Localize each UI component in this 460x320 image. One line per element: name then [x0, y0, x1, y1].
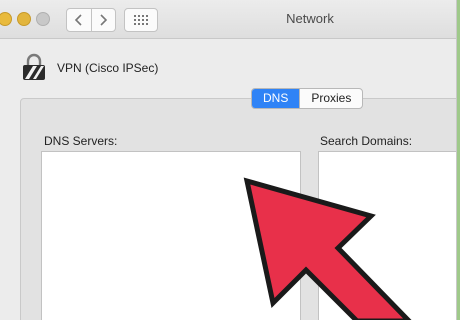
chevron-right-icon — [100, 14, 108, 26]
chevron-left-icon — [74, 14, 82, 26]
settings-tabs: DNS Proxies — [251, 88, 364, 109]
dns-servers-list[interactable] — [41, 151, 301, 320]
title-bar: Network — [0, 0, 456, 39]
grid-icon — [134, 15, 148, 25]
network-preferences-window: Network VPN (Cisco IPSec) DNS Proxies DN… — [0, 0, 457, 320]
minimize-window-button[interactable] — [17, 12, 31, 26]
search-domains-list[interactable] — [318, 151, 456, 320]
window-title: Network — [286, 11, 334, 26]
lock-icon — [23, 53, 45, 80]
tab-dns[interactable]: DNS — [252, 89, 300, 108]
zoom-window-button[interactable] — [36, 12, 50, 26]
back-forward-buttons — [66, 8, 116, 32]
forward-button[interactable] — [90, 9, 116, 31]
back-button[interactable] — [67, 9, 91, 31]
show-all-button[interactable] — [124, 8, 158, 32]
tab-proxies[interactable]: Proxies — [299, 89, 362, 108]
close-window-button[interactable] — [0, 12, 12, 26]
vpn-service-name: VPN (Cisco IPSec) — [57, 61, 159, 75]
search-domains-label: Search Domains: — [320, 134, 413, 148]
dns-servers-label: DNS Servers: — [44, 134, 118, 148]
